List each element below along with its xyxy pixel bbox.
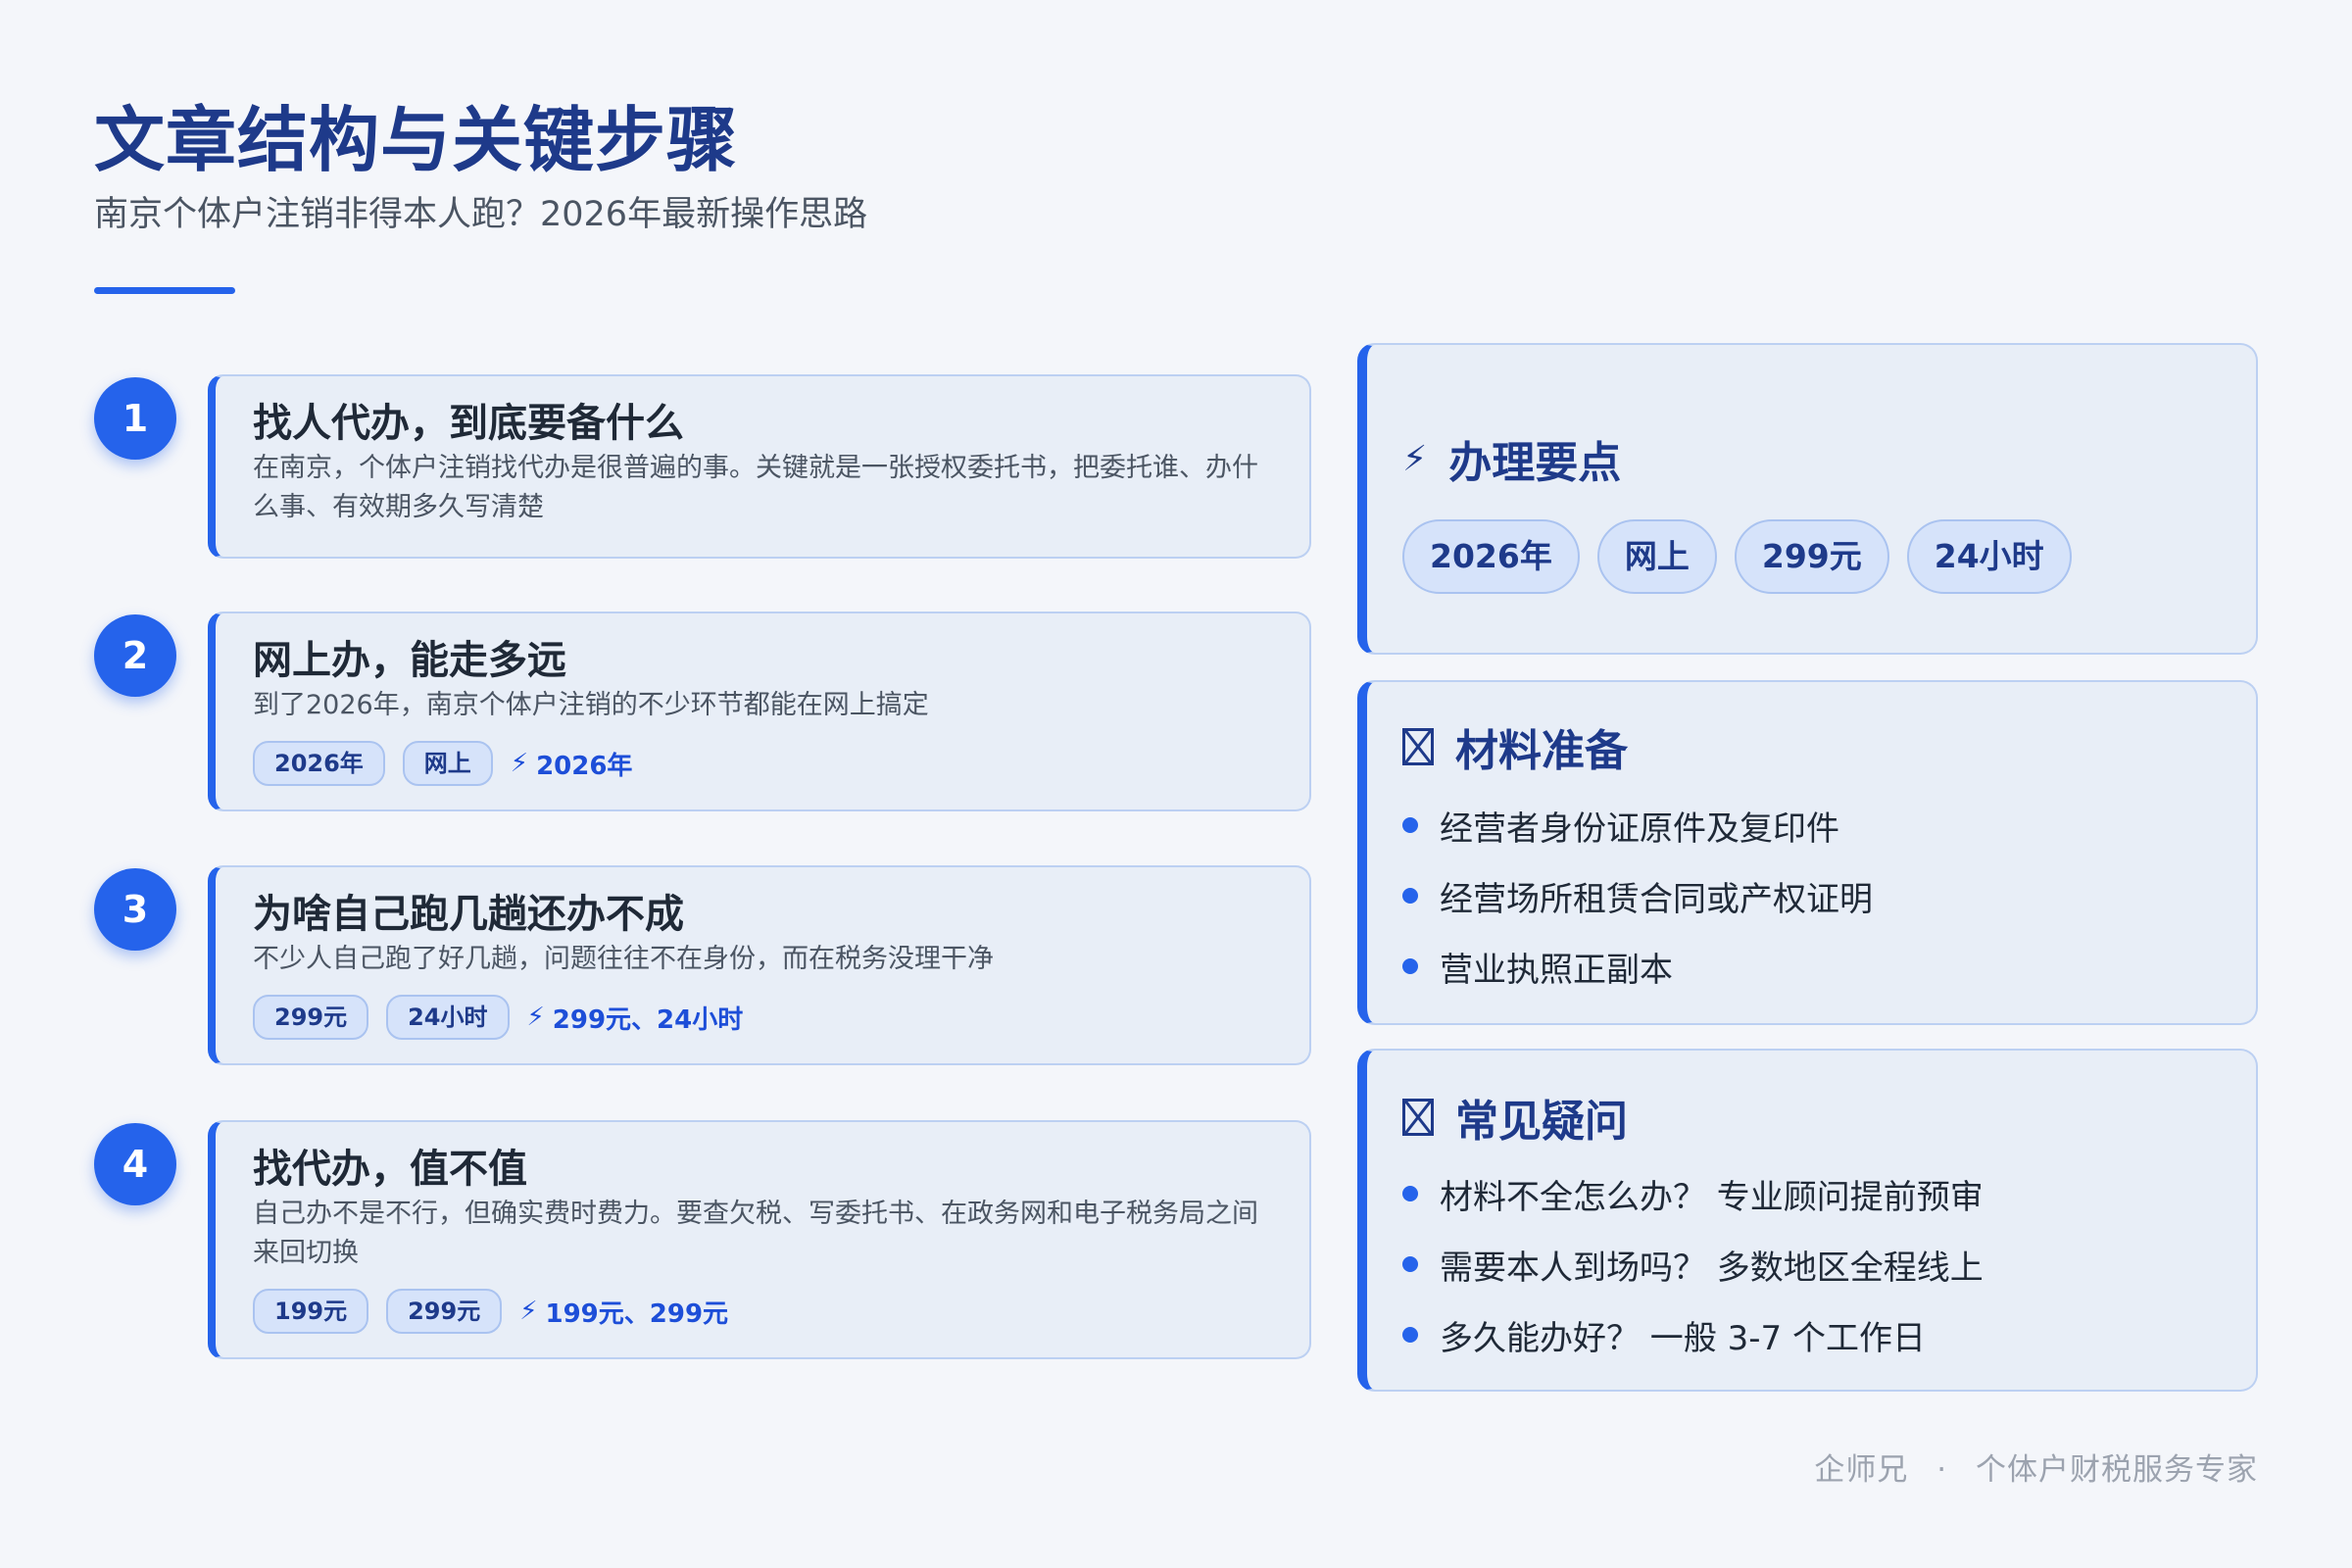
materials-title: 材料准备 bbox=[1402, 715, 2217, 778]
step-card: 网上办，能走多远 到了2026年，南京个体户注销的不少环节都能在网上搞定 202… bbox=[208, 612, 1311, 811]
missing-glyph-icon bbox=[1402, 1099, 1434, 1136]
lightning-icon: ⚡ bbox=[510, 749, 529, 778]
step-description: 在南京，个体户注销找代办是很普遍的事。关键就是一张授权委托书，把委托谁、办什么事… bbox=[253, 453, 1258, 522]
tag-note: ⚡ 2026年 bbox=[511, 746, 633, 782]
bullet-dot bbox=[1402, 817, 1418, 833]
step-title: 为啥自己跑几趟还办不成 bbox=[253, 892, 684, 937]
key-point-pill: 299元 bbox=[1734, 519, 1889, 594]
footer-tagline: 个体户财税服务专家 bbox=[1976, 1452, 2258, 1488]
bullet-dot bbox=[1402, 888, 1418, 904]
step-number-badge: 4 bbox=[94, 1123, 176, 1205]
tag-note-text: 199元、299元 bbox=[545, 1298, 729, 1329]
tag-row: 199元 299元 ⚡ 199元、299元 bbox=[253, 1289, 1270, 1334]
key-points-title-text: 办理要点 bbox=[1448, 438, 1622, 488]
bullet-dot bbox=[1402, 1256, 1418, 1272]
step-title: 找人代办，到底要备什么 bbox=[253, 401, 684, 446]
list-item-text: 经营者身份证原件及复印件 bbox=[1440, 808, 1839, 849]
key-point-pill: 24小时 bbox=[1906, 519, 2072, 594]
faq-card: 常见疑问 材料不全怎么办？ 专业顾问提前预审 需要本人到场吗？ 多数地区全程线上… bbox=[1357, 1049, 2258, 1392]
tag-row: 2026年 网上 ⚡ 2026年 bbox=[253, 741, 1270, 786]
bullet-dot bbox=[1402, 1186, 1418, 1201]
page-title: 文章结构与关键步骤 bbox=[94, 99, 739, 181]
missing-glyph-icon bbox=[1402, 728, 1434, 765]
step-title: 网上办，能走多远 bbox=[253, 638, 566, 683]
step-card: 找人代办，到底要备什么 在南京，个体户注销找代办是很普遍的事。关键就是一张授权委… bbox=[208, 374, 1311, 559]
tag: 199元 bbox=[253, 1289, 369, 1334]
materials-title-text: 材料准备 bbox=[1455, 726, 1628, 776]
tag: 299元 bbox=[253, 995, 369, 1040]
bullet-dot bbox=[1402, 958, 1418, 974]
tag: 24小时 bbox=[386, 995, 510, 1040]
list-item-text: 材料不全怎么办？ 专业顾问提前预审 bbox=[1440, 1177, 1984, 1217]
lightning-icon: ⚡ bbox=[526, 1003, 545, 1032]
faq-title: 常见疑问 bbox=[1402, 1086, 2217, 1149]
key-point-pill: 2026年 bbox=[1402, 519, 1580, 594]
key-points-pills: 2026年 网上 299元 24小时 bbox=[1402, 519, 2217, 594]
lightning-icon: ⚡ bbox=[1402, 438, 1428, 479]
list-item-text: 多久能办好？ 一般 3-7 个工作日 bbox=[1440, 1318, 1926, 1358]
list-item: 材料不全怎么办？ 专业顾问提前预审 bbox=[1402, 1158, 2217, 1229]
title-underline bbox=[94, 287, 235, 294]
list-item: 经营者身份证原件及复印件 bbox=[1402, 790, 2217, 860]
tag: 网上 bbox=[402, 741, 493, 786]
materials-list: 经营者身份证原件及复印件 经营场所租赁合同或产权证明 营业执照正副本 bbox=[1402, 790, 2217, 1002]
materials-card: 材料准备 经营者身份证原件及复印件 经营场所租赁合同或产权证明 营业执照正副本 bbox=[1357, 680, 2258, 1025]
key-point-pill: 网上 bbox=[1596, 519, 1717, 594]
step-description: 自己办不是不行，但确实费时费力。要查欠税、写委托书、在政务网和电子税务局之间来回… bbox=[253, 1199, 1258, 1268]
list-item-text: 经营场所租赁合同或产权证明 bbox=[1440, 879, 1873, 919]
list-item: 营业执照正副本 bbox=[1402, 931, 2217, 1002]
key-points-card: ⚡ 办理要点 2026年 网上 299元 24小时 bbox=[1357, 343, 2258, 655]
page-subtitle: 南京个体户注销非得本人跑？2026年最新操作思路 bbox=[94, 195, 868, 234]
bullet-dot bbox=[1402, 1327, 1418, 1343]
faq-title-text: 常见疑问 bbox=[1455, 1097, 1628, 1147]
step-description: 到了2026年，南京个体户注销的不少环节都能在网上搞定 bbox=[253, 690, 929, 720]
step-title: 找代办，值不值 bbox=[253, 1147, 527, 1192]
step-card: 为啥自己跑几趟还办不成 不少人自己跑了好几趟，问题往往不在身份，而在税务没理干净… bbox=[208, 865, 1311, 1065]
tag-note: ⚡ 199元、299元 bbox=[519, 1294, 728, 1330]
tag-row: 299元 24小时 ⚡ 299元、24小时 bbox=[253, 995, 1270, 1040]
tag-note: ⚡ 299元、24小时 bbox=[527, 1000, 744, 1036]
step-number-badge: 3 bbox=[94, 868, 176, 951]
footer: 企师兄 · 个体户财税服务专家 bbox=[1814, 1445, 2258, 1489]
lightning-icon: ⚡ bbox=[519, 1297, 538, 1326]
tag-note-text: 2026年 bbox=[536, 751, 633, 781]
footer-brand: 企师兄 bbox=[1814, 1452, 1909, 1488]
list-item: 需要本人到场吗？ 多数地区全程线上 bbox=[1402, 1229, 2217, 1299]
key-points-title: ⚡ 办理要点 bbox=[1402, 427, 2217, 490]
tag-note-text: 299元、24小时 bbox=[552, 1004, 744, 1035]
step-number-badge: 2 bbox=[94, 614, 176, 697]
footer-separator: · bbox=[1936, 1452, 1948, 1488]
step-card: 找代办，值不值 自己办不是不行，但确实费时费力。要查欠税、写委托书、在政务网和电… bbox=[208, 1120, 1311, 1359]
list-item-text: 需要本人到场吗？ 多数地区全程线上 bbox=[1440, 1248, 1984, 1288]
tag: 2026年 bbox=[253, 741, 385, 786]
step-description: 不少人自己跑了好几趟，问题往往不在身份，而在税务没理干净 bbox=[253, 944, 994, 974]
tag: 299元 bbox=[386, 1289, 503, 1334]
faq-list: 材料不全怎么办？ 专业顾问提前预审 需要本人到场吗？ 多数地区全程线上 多久能办… bbox=[1402, 1158, 2217, 1370]
list-item-text: 营业执照正副本 bbox=[1440, 950, 1673, 990]
list-item: 经营场所租赁合同或产权证明 bbox=[1402, 860, 2217, 931]
list-item: 多久能办好？ 一般 3-7 个工作日 bbox=[1402, 1299, 2217, 1370]
step-number-badge: 1 bbox=[94, 377, 176, 460]
